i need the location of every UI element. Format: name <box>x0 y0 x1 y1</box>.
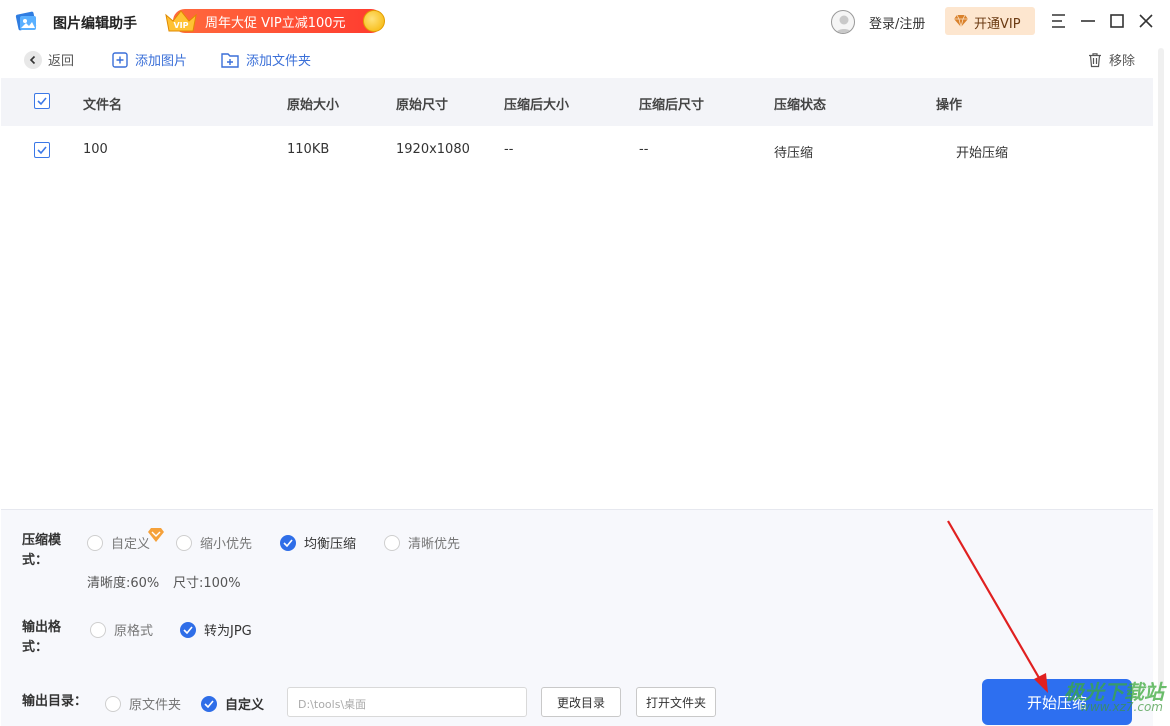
select-all-checkbox[interactable] <box>34 93 50 109</box>
login-register-link[interactable]: 登录/注册 <box>869 13 925 32</box>
radio-unselected <box>87 534 103 551</box>
user-icon <box>835 15 853 33</box>
column-header-status[interactable]: 压缩状态 <box>774 94 826 113</box>
mode-option-label: 缩小优先 <box>200 537 253 552</box>
column-header-original-size[interactable]: 原始大小 <box>287 94 339 113</box>
promo-text: 周年大促 VIP立减100元 <box>205 16 346 31</box>
avatar[interactable] <box>831 10 855 34</box>
row-checkbox[interactable] <box>34 142 50 158</box>
mode-option-label: 清晰优先 <box>408 537 461 552</box>
title-bar: 图片编辑助手 VIP 周年大促 VIP立减100元 登录/注册 开通VIP <box>0 0 1170 42</box>
vip-crown-icon: VIP <box>165 10 197 32</box>
checkmark-icon <box>37 97 47 106</box>
clarity-hint: 清晰度:60% <box>87 576 160 591</box>
add-image-label: 添加图片 <box>135 54 188 69</box>
dir-option-label: 原文件夹 <box>129 698 182 713</box>
svg-text:VIP: VIP <box>173 21 188 30</box>
mode-option-label: 均衡压缩 <box>304 537 357 552</box>
vip-diamond-badge-icon <box>148 528 164 542</box>
app-logo-icon <box>15 11 37 31</box>
dir-option-original-folder[interactable]: 原文件夹 <box>105 694 181 713</box>
column-header-compressed-size[interactable]: 压缩后大小 <box>504 94 569 113</box>
radio-selected <box>280 534 296 551</box>
add-image-icon <box>112 51 128 68</box>
mode-option-custom[interactable]: 自定义 <box>87 533 150 552</box>
add-image-button[interactable]: 添加图片 <box>111 50 187 69</box>
checkmark-icon <box>37 146 47 155</box>
radio-unselected <box>176 534 192 551</box>
diamond-icon <box>954 14 968 28</box>
size-hint: 尺寸:100% <box>173 576 241 591</box>
cell-filename: 100 <box>83 142 108 157</box>
mode-option-clarity-first[interactable]: 清晰优先 <box>384 533 460 552</box>
format-option-original[interactable]: 原格式 <box>90 620 153 639</box>
radio-unselected <box>90 621 106 638</box>
change-dir-button[interactable]: 更改目录 <box>541 687 621 717</box>
coin-icon <box>363 10 385 32</box>
open-vip-button[interactable]: 开通VIP <box>945 7 1035 35</box>
remove-label: 移除 <box>1109 54 1136 69</box>
format-option-label: 转为JPG <box>204 624 252 639</box>
radio-selected <box>201 695 217 712</box>
table-row[interactable]: 100 110KB 1920x1080 -- -- 待压缩 开始压缩 <box>1 126 1153 174</box>
checkmark-icon <box>283 538 293 547</box>
checkmark-icon <box>183 625 193 634</box>
format-option-label: 原格式 <box>114 624 154 639</box>
cell-status: 待压缩 <box>774 146 814 161</box>
toolbar: 返回 添加图片 添加文件夹 移除 <box>0 42 1170 76</box>
promo-banner[interactable]: VIP 周年大促 VIP立减100元 <box>163 7 387 35</box>
cell-compressed-size: -- <box>504 142 514 157</box>
radio-unselected <box>105 695 121 712</box>
cell-compressed-dimensions: -- <box>639 142 649 157</box>
mode-option-shrink-first[interactable]: 缩小优先 <box>176 533 252 552</box>
checkmark-icon <box>204 699 214 708</box>
menu-icon[interactable] <box>1049 11 1069 31</box>
file-table-header: 文件名 原始大小 原始尺寸 压缩后大小 压缩后尺寸 压缩状态 操作 <box>1 78 1153 126</box>
back-button[interactable]: 返回 <box>24 50 74 69</box>
column-header-action: 操作 <box>936 98 963 113</box>
compression-mode-label: 压缩模式： <box>22 533 62 568</box>
open-folder-button[interactable]: 打开文件夹 <box>636 687 716 717</box>
minimize-icon[interactable] <box>1078 11 1098 31</box>
radio-selected <box>180 621 196 638</box>
scrollbar[interactable] <box>1158 48 1164 698</box>
column-header-compressed-dimensions[interactable]: 压缩后尺寸 <box>639 94 704 113</box>
cell-original-size: 110KB <box>287 142 330 157</box>
row-start-compress-link[interactable]: 开始压缩 <box>956 142 1008 161</box>
dir-option-label: 自定义 <box>225 698 265 713</box>
add-folder-label: 添加文件夹 <box>246 54 312 69</box>
chevron-left-icon <box>24 50 42 69</box>
cell-original-dimensions: 1920x1080 <box>396 142 470 157</box>
trash-icon <box>1089 52 1101 67</box>
output-path-field[interactable]: D:\tools\桌面 <box>287 687 527 717</box>
column-header-filename[interactable]: 文件名 <box>83 94 122 113</box>
add-folder-button[interactable]: 添加文件夹 <box>220 50 311 69</box>
remove-button[interactable]: 移除 <box>1087 50 1135 69</box>
close-icon[interactable] <box>1136 11 1156 31</box>
start-compress-button[interactable]: 开始压缩 <box>982 679 1132 725</box>
maximize-icon[interactable] <box>1107 11 1127 31</box>
output-dir-label: 输出目录： <box>22 694 88 709</box>
radio-unselected <box>384 534 400 551</box>
add-folder-icon <box>221 52 239 68</box>
mode-option-label: 自定义 <box>111 537 151 552</box>
mode-option-balanced[interactable]: 均衡压缩 <box>280 533 356 552</box>
column-header-original-dimensions[interactable]: 原始尺寸 <box>396 94 448 113</box>
dir-option-custom[interactable]: 自定义 <box>201 694 264 713</box>
format-option-jpg[interactable]: 转为JPG <box>180 620 252 639</box>
open-vip-label: 开通VIP <box>974 17 1021 32</box>
output-format-label: 输出格式： <box>22 620 62 655</box>
back-label: 返回 <box>48 54 75 69</box>
app-title: 图片编辑助手 <box>53 16 137 32</box>
